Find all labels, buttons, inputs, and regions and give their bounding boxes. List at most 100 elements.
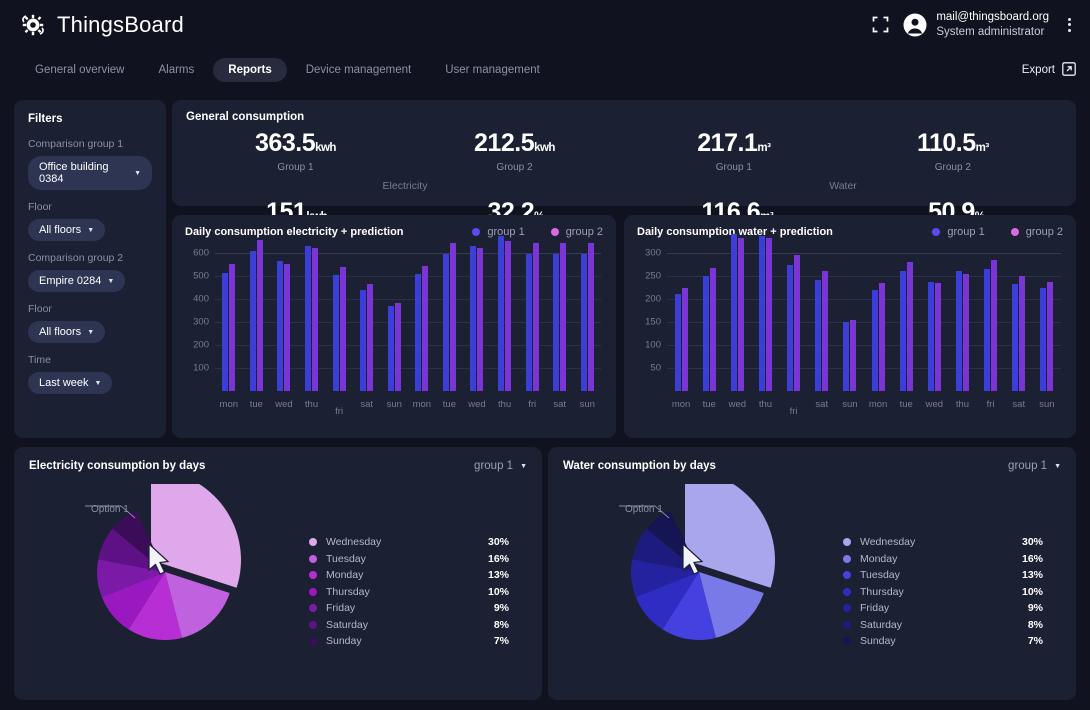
bar[interactable] <box>277 260 284 391</box>
bar[interactable] <box>737 238 744 391</box>
floor-1-select[interactable]: All floors ▼ <box>28 219 106 241</box>
bar[interactable] <box>470 245 477 391</box>
legend-item-group2[interactable]: group 2 <box>1010 226 1063 238</box>
legend-row[interactable]: Friday 9% <box>309 600 509 617</box>
bar-group[interactable] <box>864 248 892 391</box>
bar[interactable] <box>850 319 857 391</box>
bar[interactable] <box>387 306 394 391</box>
bar[interactable] <box>229 264 236 391</box>
bar[interactable] <box>991 260 998 391</box>
bar[interactable] <box>794 254 801 391</box>
bar[interactable] <box>442 254 449 391</box>
bar-group[interactable] <box>243 239 271 391</box>
bar[interactable] <box>758 235 765 391</box>
electricity-group-select[interactable]: group 1 ▼ <box>474 460 527 472</box>
bar-group[interactable] <box>353 248 381 391</box>
bar[interactable] <box>532 242 539 391</box>
bar[interactable] <box>580 254 587 391</box>
pie-chart-water[interactable] <box>611 470 801 679</box>
tab-alarms[interactable]: Alarms <box>143 58 209 82</box>
bar-group[interactable] <box>491 236 519 391</box>
bar[interactable] <box>1019 276 1026 391</box>
bar[interactable] <box>878 282 885 391</box>
legend-item-group1[interactable]: group 1 <box>932 226 985 238</box>
bar-group[interactable] <box>463 245 491 391</box>
legend-row[interactable]: Tuesday 16% <box>309 551 509 568</box>
bar[interactable] <box>1040 287 1047 391</box>
bar[interactable] <box>787 264 794 391</box>
bar[interactable] <box>222 272 229 391</box>
legend-row[interactable]: Sunday 7% <box>309 633 509 650</box>
bar-group[interactable] <box>1005 248 1033 391</box>
bar-group[interactable] <box>436 242 464 391</box>
bar-group[interactable] <box>298 245 326 391</box>
legend-row[interactable]: Saturday 8% <box>309 617 509 634</box>
legend-row[interactable]: Tuesday 13% <box>843 567 1043 584</box>
bar[interactable] <box>702 276 709 391</box>
bar-group[interactable] <box>574 242 602 391</box>
bar-group[interactable] <box>920 248 948 391</box>
bar[interactable] <box>553 254 560 391</box>
bar-group[interactable] <box>667 248 695 391</box>
bar[interactable] <box>249 250 256 391</box>
bar[interactable] <box>477 247 484 391</box>
bar-group[interactable] <box>546 242 574 391</box>
bar[interactable] <box>394 302 401 391</box>
bar-group[interactable] <box>948 248 976 391</box>
bar[interactable] <box>332 274 339 391</box>
bar[interactable] <box>284 263 291 391</box>
bar-group[interactable] <box>780 248 808 391</box>
bar-group[interactable] <box>215 248 243 391</box>
bar-group[interactable] <box>892 248 920 391</box>
bar-group[interactable] <box>270 248 298 391</box>
bar-group[interactable] <box>751 235 779 391</box>
bar[interactable] <box>765 238 772 391</box>
bar[interactable] <box>815 279 822 391</box>
legend-row[interactable]: Wednesday 30% <box>309 534 509 551</box>
user-menu[interactable]: mail@thingsboard.org System administrato… <box>903 10 1049 39</box>
legend-item-group2[interactable]: group 2 <box>550 226 603 238</box>
legend-row[interactable]: Thursday 10% <box>309 584 509 601</box>
bar-group[interactable] <box>1033 248 1061 391</box>
bar[interactable] <box>305 245 312 391</box>
bar[interactable] <box>587 242 594 391</box>
legend-row[interactable]: Friday 9% <box>843 600 1043 617</box>
bar[interactable] <box>674 293 681 391</box>
bar[interactable] <box>906 262 913 391</box>
bar-group[interactable] <box>408 248 436 391</box>
bar-group[interactable] <box>808 248 836 391</box>
bar-group[interactable] <box>325 248 353 391</box>
water-group-select[interactable]: group 1 ▼ <box>1008 460 1061 472</box>
bar[interactable] <box>927 281 934 391</box>
bar-group[interactable] <box>518 242 546 391</box>
legend-row[interactable]: Monday 13% <box>309 567 509 584</box>
bar[interactable] <box>730 233 737 391</box>
bar[interactable] <box>339 266 346 391</box>
tab-reports[interactable]: Reports <box>213 58 287 82</box>
bar[interactable] <box>934 282 941 391</box>
bar[interactable] <box>256 239 263 391</box>
bar-group[interactable] <box>723 233 751 391</box>
bar[interactable] <box>962 273 969 391</box>
bar[interactable] <box>899 270 906 391</box>
bar[interactable] <box>822 271 829 391</box>
tab-user-management[interactable]: User management <box>430 58 555 82</box>
bar-group[interactable] <box>836 248 864 391</box>
legend-row[interactable]: Monday 16% <box>843 551 1043 568</box>
fullscreen-icon[interactable] <box>870 15 890 35</box>
bar[interactable] <box>955 270 962 391</box>
tab-device-management[interactable]: Device management <box>291 58 426 82</box>
legend-row[interactable]: Sunday 7% <box>843 633 1043 650</box>
bar-group[interactable] <box>380 248 408 391</box>
bar[interactable] <box>1047 281 1054 391</box>
bar[interactable] <box>681 288 688 391</box>
more-vertical-icon[interactable] <box>1062 15 1076 35</box>
time-select[interactable]: Last week ▼ <box>28 372 113 394</box>
bar[interactable] <box>505 240 512 391</box>
bar[interactable] <box>367 283 374 391</box>
bar-group[interactable] <box>695 248 723 391</box>
tab-general-overview[interactable]: General overview <box>20 58 139 82</box>
bar[interactable] <box>312 247 319 391</box>
export-button[interactable]: Export <box>1022 61 1076 79</box>
bar[interactable] <box>415 274 422 391</box>
